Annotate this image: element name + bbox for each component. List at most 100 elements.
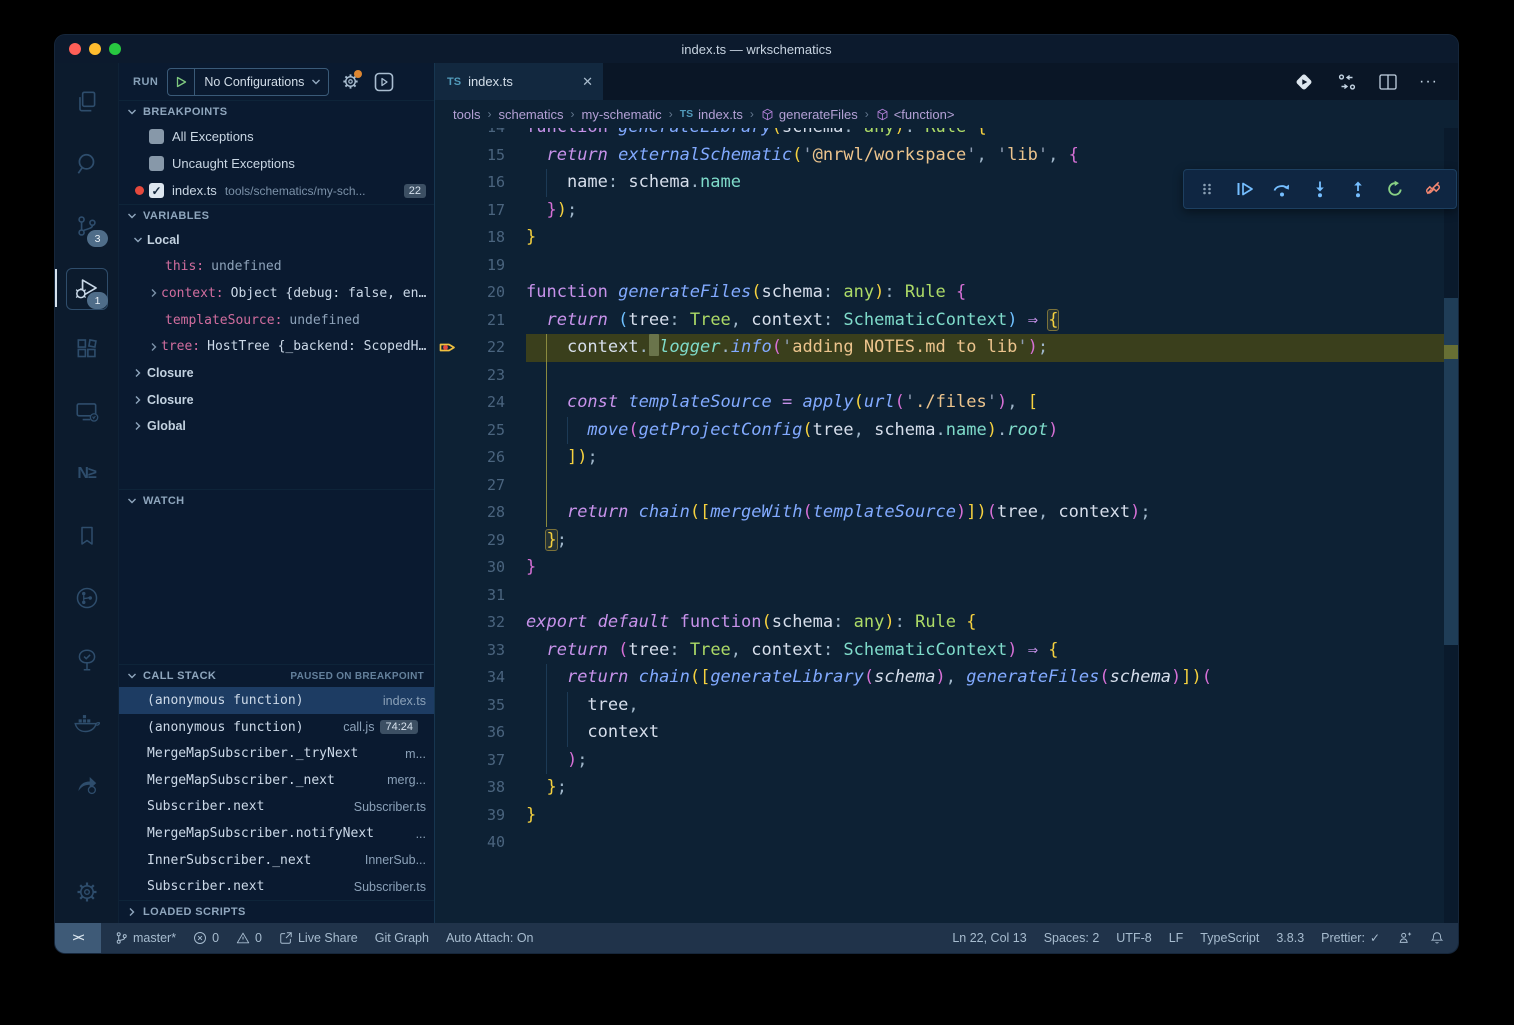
status-item-live-share-contacts[interactable] bbox=[1397, 931, 1413, 945]
activity-bar-item-remote-explorer[interactable] bbox=[55, 381, 118, 443]
breadcrumb-item[interactable]: my-schematic bbox=[582, 107, 662, 122]
gutter[interactable]: 27 bbox=[435, 472, 526, 500]
code-line[interactable]: 25 move(getProjectConfig(tree, schema.na… bbox=[435, 417, 1444, 445]
status-item-notifications[interactable] bbox=[1430, 931, 1444, 945]
gutter[interactable]: 28 bbox=[435, 499, 526, 527]
code-line[interactable]: 20function generateFiles(schema: any): R… bbox=[435, 279, 1444, 307]
callstack-frame[interactable]: Subscriber.nextSubscriber.ts bbox=[119, 873, 434, 900]
variable-row[interactable]: templateSource:undefined bbox=[119, 307, 434, 334]
gutter[interactable]: 22 bbox=[435, 334, 526, 362]
disconnect-button[interactable] bbox=[1420, 174, 1446, 204]
breakpoint-row[interactable]: Uncaught Exceptions bbox=[119, 150, 434, 177]
step-over-button[interactable] bbox=[1269, 174, 1295, 204]
code-line[interactable]: 39} bbox=[435, 802, 1444, 830]
activity-bar-item-extensions[interactable] bbox=[55, 319, 118, 381]
launch-configuration-dropdown[interactable]: No Configurations bbox=[167, 68, 329, 96]
tab-index-ts[interactable]: TS index.ts ✕ bbox=[435, 63, 603, 100]
gutter[interactable]: 40 bbox=[435, 829, 526, 857]
loaded-scripts-section-header[interactable]: LOADED SCRIPTS bbox=[119, 900, 434, 923]
toolbar-drag-handle[interactable] bbox=[1194, 174, 1220, 204]
breakpoint-checkbox[interactable]: ✓ bbox=[149, 183, 164, 198]
current-line-breakpoint-icon[interactable] bbox=[435, 340, 461, 355]
gutter[interactable]: 18 bbox=[435, 224, 526, 252]
code-line[interactable]: 33 return (tree: Tree, context: Schemati… bbox=[435, 637, 1444, 665]
breakpoint-row[interactable]: All Exceptions bbox=[119, 123, 434, 150]
gutter[interactable]: 29 bbox=[435, 527, 526, 555]
activity-bar-item-bookmarks[interactable] bbox=[55, 505, 118, 567]
close-tab-icon[interactable]: ✕ bbox=[582, 74, 593, 90]
status-item-indentation[interactable]: Spaces: 2 bbox=[1044, 931, 1100, 945]
status-item-errors[interactable]: 0 bbox=[193, 931, 219, 945]
variable-row[interactable]: tree:HostTree {_backend: ScopedH… bbox=[119, 333, 434, 360]
status-item-cursor-position[interactable]: Ln 22, Col 13 bbox=[952, 931, 1026, 945]
minimize-window-button[interactable] bbox=[89, 43, 101, 55]
breakpoint-checkbox[interactable] bbox=[149, 156, 164, 171]
status-item-eol[interactable]: LF bbox=[1169, 931, 1184, 945]
gutter[interactable]: 17 bbox=[435, 197, 526, 225]
code-line[interactable]: 18} bbox=[435, 224, 1444, 252]
code-line[interactable]: 40 bbox=[435, 829, 1444, 857]
debug-console-icon[interactable] bbox=[374, 72, 394, 92]
activity-bar-item-search[interactable] bbox=[55, 133, 118, 195]
window-controls[interactable] bbox=[69, 43, 121, 55]
code-line[interactable]: 36 context bbox=[435, 719, 1444, 747]
gutter[interactable]: 20 bbox=[435, 279, 526, 307]
gutter[interactable]: 31 bbox=[435, 582, 526, 610]
variable-row[interactable]: context:Object {debug: false, en… bbox=[119, 280, 434, 307]
breakpoints-section-header[interactable]: BREAKPOINTS bbox=[119, 100, 434, 123]
code-line[interactable]: 37 ); bbox=[435, 747, 1444, 775]
code-line[interactable]: 31 bbox=[435, 582, 1444, 610]
maximize-window-button[interactable] bbox=[109, 43, 121, 55]
status-item-encoding[interactable]: UTF-8 bbox=[1116, 931, 1151, 945]
activity-bar-item-project-share[interactable] bbox=[55, 753, 118, 815]
code-line[interactable]: 29 }; bbox=[435, 527, 1444, 555]
variable-row[interactable]: this:undefined bbox=[119, 254, 434, 281]
editor-scrollbar[interactable] bbox=[1444, 128, 1458, 923]
breakpoint-checkbox[interactable] bbox=[149, 129, 164, 144]
code-line[interactable]: 34 return chain([generateLibrary(schema)… bbox=[435, 664, 1444, 692]
variables-scope-closure[interactable]: Closure bbox=[119, 360, 434, 387]
gutter[interactable]: 37 bbox=[435, 747, 526, 775]
code-line[interactable]: 27 bbox=[435, 472, 1444, 500]
status-item-branch[interactable]: master* bbox=[115, 931, 176, 945]
activity-bar-item-source-control[interactable]: 3 bbox=[55, 195, 118, 257]
activity-bar-item-run-debug[interactable]: 1 bbox=[55, 257, 118, 319]
callstack-frame[interactable]: MergeMapSubscriber._tryNextm... bbox=[119, 740, 434, 767]
activity-bar-item-git-graph[interactable] bbox=[55, 567, 118, 629]
breadcrumb-item[interactable]: schematics bbox=[498, 107, 563, 122]
breadcrumb-item[interactable]: TSindex.ts bbox=[680, 107, 743, 122]
code-line[interactable]: 28 return chain([mergeWith(templateSourc… bbox=[435, 499, 1444, 527]
gutter[interactable]: 38 bbox=[435, 774, 526, 802]
step-into-button[interactable] bbox=[1307, 174, 1333, 204]
git-compare-icon[interactable] bbox=[1337, 73, 1357, 91]
close-window-button[interactable] bbox=[69, 43, 81, 55]
activity-bar-item-testing[interactable] bbox=[55, 629, 118, 691]
remote-indicator[interactable]: >< bbox=[55, 923, 101, 953]
callstack-frame[interactable]: InnerSubscriber._nextInnerSub... bbox=[119, 847, 434, 874]
status-item-auto-attach[interactable]: Auto Attach: On bbox=[446, 931, 534, 945]
code-line[interactable]: 38 }; bbox=[435, 774, 1444, 802]
gutter[interactable]: 16 bbox=[435, 169, 526, 197]
status-item-live-share[interactable]: Live Share bbox=[279, 931, 358, 945]
status-item-warnings[interactable]: 0 bbox=[236, 931, 262, 945]
gutter[interactable]: 34 bbox=[435, 664, 526, 692]
callstack-frame[interactable]: MergeMapSubscriber._nextmerg... bbox=[119, 767, 434, 794]
gutter[interactable]: 36 bbox=[435, 719, 526, 747]
gutter[interactable]: 30 bbox=[435, 554, 526, 582]
code-line[interactable]: 24 const templateSource = apply(url('./f… bbox=[435, 389, 1444, 417]
code-line[interactable]: 32export default function(schema: any): … bbox=[435, 609, 1444, 637]
status-item-ts-version[interactable]: 3.8.3 bbox=[1276, 931, 1304, 945]
gutter[interactable]: 25 bbox=[435, 417, 526, 445]
callstack-frame[interactable]: (anonymous function)index.ts bbox=[119, 687, 434, 714]
gutter[interactable]: 19 bbox=[435, 252, 526, 280]
activity-bar-item-docker[interactable] bbox=[55, 691, 118, 753]
split-editor-icon[interactable] bbox=[1379, 74, 1397, 90]
variables-scope-closure[interactable]: Closure bbox=[119, 387, 434, 414]
variables-scope-local[interactable]: Local bbox=[119, 227, 434, 254]
gutter[interactable]: 35 bbox=[435, 692, 526, 720]
status-item-prettier[interactable]: Prettier:✓ bbox=[1321, 931, 1380, 945]
callstack-frame[interactable]: (anonymous function)call.js74:24 bbox=[119, 714, 434, 741]
code-line[interactable]: 23 bbox=[435, 362, 1444, 390]
callstack-frame[interactable]: MergeMapSubscriber.notifyNext... bbox=[119, 820, 434, 847]
variables-scope-global[interactable]: Global bbox=[119, 413, 434, 440]
